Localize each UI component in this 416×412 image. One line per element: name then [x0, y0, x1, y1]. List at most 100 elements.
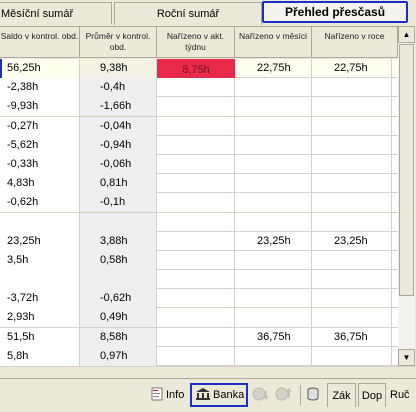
vertical-scrollbar[interactable]: ▲ ▼ — [398, 26, 415, 366]
table-cell[interactable] — [157, 154, 235, 174]
table-cell[interactable]: 0,97h — [80, 346, 157, 366]
table-row[interactable]: 2,93h 0,49h — [0, 308, 398, 328]
bank-button[interactable]: Banka — [190, 383, 248, 407]
database-button[interactable] — [305, 383, 321, 407]
table-row[interactable]: -3,72h -0,62h — [0, 289, 398, 309]
table-cell[interactable]: 8,75h — [157, 59, 235, 78]
table-cell[interactable]: 5,8h — [0, 346, 80, 366]
table-cell[interactable] — [312, 97, 392, 117]
table-row[interactable]: -9,93h -1,66h — [0, 97, 398, 117]
table-row[interactable]: -0,27h -0,04h — [0, 116, 398, 136]
table-cell[interactable]: 0,49h — [80, 308, 157, 328]
column-header-ordered-month[interactable]: Nařízeno v měsíci — [235, 27, 312, 58]
table-cell[interactable] — [312, 270, 392, 290]
table-cell[interactable] — [312, 212, 392, 232]
table-cell[interactable]: 22,75h — [312, 59, 392, 78]
table-row[interactable] — [0, 270, 398, 290]
table-cell[interactable] — [157, 78, 235, 98]
tab-overtime-overview[interactable]: Přehled přesčasů — [262, 1, 408, 23]
column-header-ordered-year[interactable]: Nařízeno v roce — [312, 27, 398, 58]
table-row[interactable]: 51,5h 8,58h 36,75h 36,75h — [0, 327, 398, 347]
tab-zak[interactable]: Zák — [327, 383, 356, 407]
table-cell[interactable] — [312, 308, 392, 328]
table-cell[interactable] — [157, 327, 235, 347]
table-cell[interactable]: 4,83h — [0, 174, 80, 194]
table-cell[interactable] — [235, 193, 312, 213]
table-cell[interactable] — [235, 135, 312, 155]
table-cell[interactable]: 36,75h — [235, 327, 312, 347]
info-button[interactable]: Info — [150, 383, 184, 407]
table-cell[interactable] — [312, 78, 392, 98]
tab-monthly-summary[interactable]: Měsíční sumář — [0, 2, 112, 24]
table-cell[interactable] — [312, 250, 392, 270]
table-cell[interactable]: -0,62h — [80, 289, 157, 309]
table-cell[interactable]: 23,25h — [312, 231, 392, 251]
scroll-thumb[interactable] — [399, 44, 414, 296]
column-header-balance[interactable]: Saldo v kontrol. obd. — [0, 27, 80, 58]
table-cell[interactable] — [235, 174, 312, 194]
table-cell[interactable]: -5,62h — [0, 135, 80, 155]
table-cell[interactable]: 56,25h — [0, 59, 80, 78]
table-cell[interactable] — [157, 97, 235, 117]
table-cell[interactable] — [157, 174, 235, 194]
table-cell[interactable] — [157, 135, 235, 155]
table-cell[interactable] — [157, 308, 235, 328]
table-cell[interactable]: -0,06h — [80, 154, 157, 174]
table-cell[interactable] — [157, 116, 235, 136]
table-cell[interactable]: 36,75h — [312, 327, 392, 347]
table-cell[interactable]: -0,33h — [0, 154, 80, 174]
table-cell[interactable]: 3,88h — [80, 231, 157, 251]
table-cell[interactable] — [235, 250, 312, 270]
table-cell[interactable] — [157, 346, 235, 366]
table-cell[interactable]: 23,25h — [235, 231, 312, 251]
column-header-ordered-week[interactable]: Nařízeno v akt. týdnu — [157, 27, 235, 58]
table-cell[interactable]: 22,75h — [235, 59, 312, 78]
table-cell[interactable] — [157, 289, 235, 309]
table-cell[interactable] — [235, 78, 312, 98]
table-cell[interactable]: 9,38h — [80, 59, 157, 78]
table-cell[interactable] — [235, 97, 312, 117]
table-cell[interactable] — [80, 212, 157, 232]
table-row[interactable]: -2,38h -0,4h — [0, 78, 398, 98]
table-cell[interactable]: 8,58h — [80, 327, 157, 347]
table-cell[interactable]: -0,27h — [0, 116, 80, 136]
table-row[interactable]: 56,25h 9,38h 8,75h 22,75h 22,75h — [0, 59, 398, 79]
move-down-button[interactable] — [252, 383, 270, 407]
table-row[interactable]: -0,33h -0,06h — [0, 154, 398, 175]
table-cell[interactable]: -0,94h — [80, 135, 157, 155]
table-row[interactable]: -5,62h -0,94h — [0, 135, 398, 155]
table-cell[interactable]: 51,5h — [0, 327, 80, 347]
scroll-up-button[interactable]: ▲ — [398, 26, 415, 43]
table-cell[interactable] — [157, 193, 235, 213]
table-row[interactable]: 4,83h 0,81h — [0, 174, 398, 194]
table-cell[interactable] — [235, 116, 312, 136]
table-cell[interactable] — [235, 270, 312, 290]
scroll-down-button[interactable]: ▼ — [398, 349, 415, 366]
table-cell[interactable] — [312, 193, 392, 213]
table-cell[interactable] — [235, 154, 312, 174]
table-cell[interactable] — [235, 346, 312, 366]
table-cell[interactable]: -3,72h — [0, 289, 80, 309]
table-cell[interactable] — [312, 289, 392, 309]
table-cell[interactable]: 0,58h — [80, 250, 157, 270]
table-cell[interactable] — [312, 135, 392, 155]
table-cell[interactable] — [235, 308, 312, 328]
move-up-button[interactable] — [275, 383, 293, 407]
table-cell[interactable]: -9,93h — [0, 97, 80, 117]
table-cell[interactable] — [0, 212, 80, 232]
tab-yearly-summary[interactable]: Roční sumář — [114, 2, 262, 25]
table-cell[interactable]: -1,66h — [80, 97, 157, 117]
column-header-average[interactable]: Průměr v kontrol. obd. — [80, 27, 157, 58]
table-cell[interactable]: 23,25h — [0, 231, 80, 251]
table-cell[interactable] — [312, 116, 392, 136]
tab-dop[interactable]: Dop — [358, 383, 386, 407]
tab-ruc[interactable]: Ruč — [390, 383, 410, 407]
table-cell[interactable] — [312, 154, 392, 174]
table-cell[interactable] — [0, 270, 80, 290]
table-cell[interactable] — [235, 212, 312, 232]
table-row[interactable]: 5,8h 0,97h — [0, 346, 398, 366]
table-cell[interactable] — [157, 212, 235, 232]
table-cell[interactable]: 2,93h — [0, 308, 80, 328]
table-row[interactable]: 3,5h 0,58h — [0, 250, 398, 271]
table-cell[interactable] — [80, 270, 157, 290]
